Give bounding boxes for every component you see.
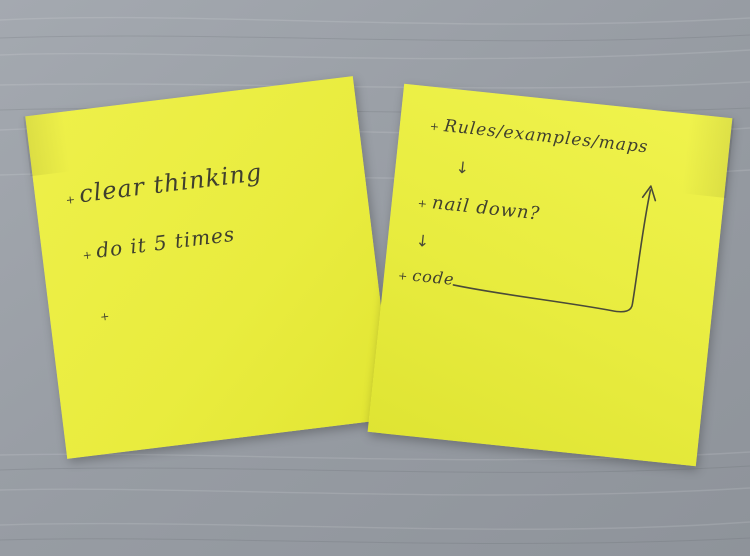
note-line-text: clear thinking: [77, 158, 264, 209]
loop-back-arrow-icon: [452, 185, 657, 313]
note-line-text: [113, 307, 115, 323]
bullet: +: [64, 192, 77, 208]
bullet: +: [99, 309, 112, 324]
sticky-note-left: +clear thinking +do it 5 times +: [23, 76, 395, 459]
note-line: +do it 5 times: [81, 222, 237, 265]
note-line: +: [99, 307, 115, 325]
photo-scene: +clear thinking +do it 5 times + + Rules/…: [0, 0, 750, 556]
note-curl-shadow: [23, 111, 71, 177]
sticky-note-right: + Rules/examples/maps ↓ + nail down? ↓ + co…: [367, 83, 735, 467]
note-line-text: do it 5 times: [94, 221, 237, 263]
bullet: +: [81, 248, 94, 263]
note-line: +clear thinking: [64, 158, 264, 210]
